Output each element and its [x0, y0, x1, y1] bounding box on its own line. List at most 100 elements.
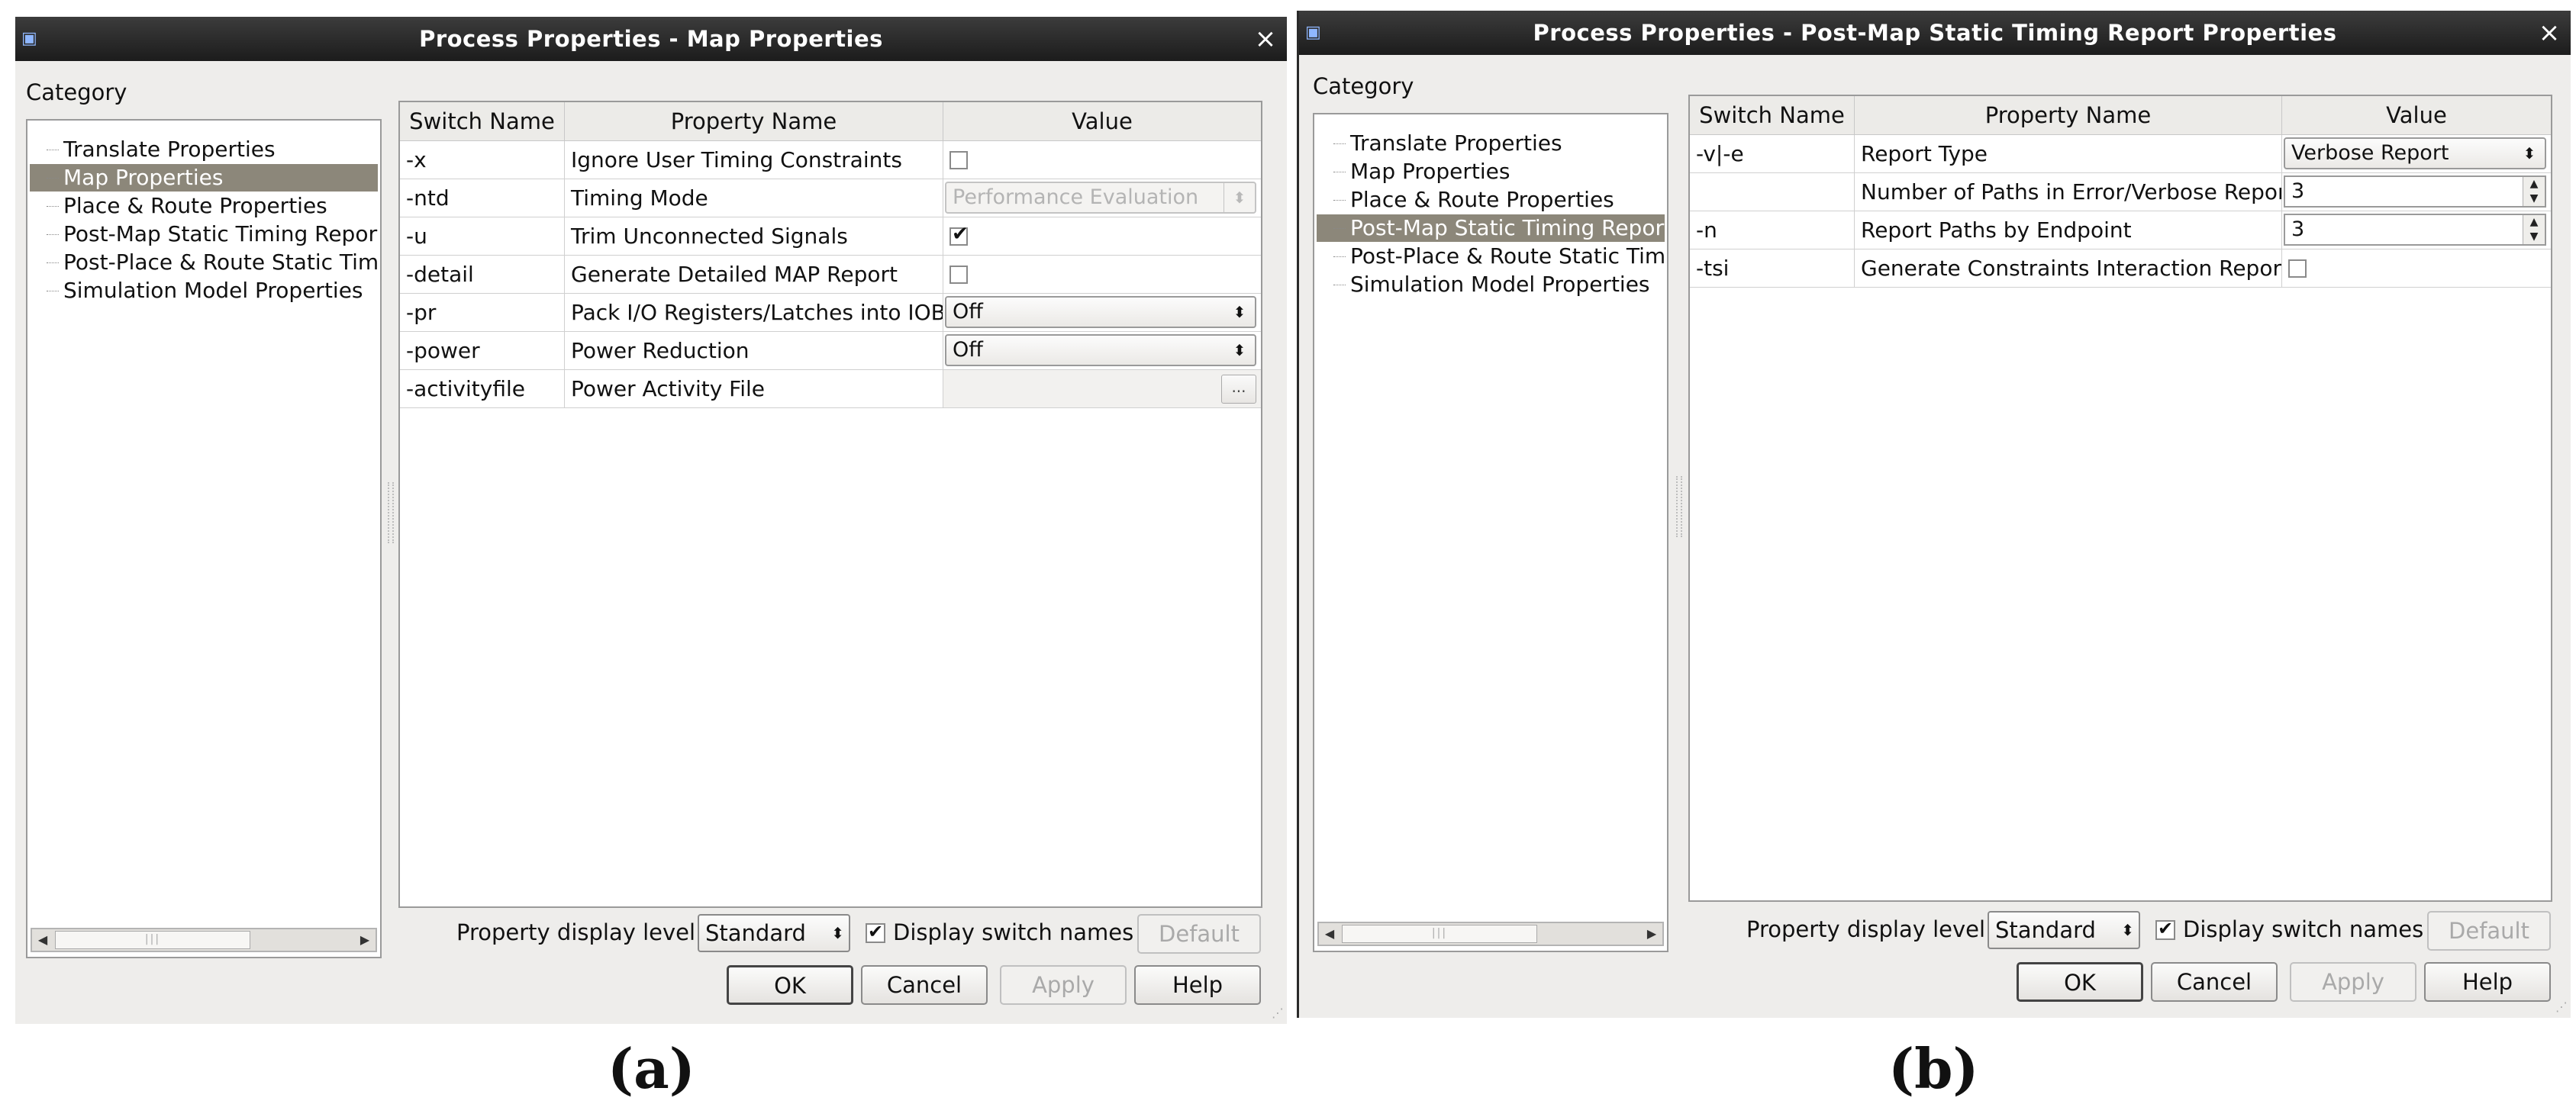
- tree-item-translate[interactable]: Translate Properties: [30, 136, 378, 163]
- column-header-property[interactable]: Property Name: [565, 102, 943, 140]
- resize-grip-icon[interactable]: ⋰: [2552, 1000, 2568, 1015]
- switch-cell: -x: [400, 141, 565, 179]
- caption-a: (a): [608, 1036, 695, 1101]
- scroll-right-icon[interactable]: ▶: [354, 929, 376, 951]
- close-icon[interactable]: ×: [2534, 15, 2565, 50]
- default-button[interactable]: Default: [2427, 911, 2551, 951]
- power-reduction-select[interactable]: Off ⬍: [945, 334, 1256, 366]
- resize-grip-icon[interactable]: ⋰: [1269, 1006, 1284, 1021]
- window-title: Process Properties - Post-Map Static Tim…: [1533, 20, 2337, 46]
- display-level-select[interactable]: Standard ⬍: [1988, 911, 2140, 949]
- cancel-button[interactable]: Cancel: [861, 965, 988, 1005]
- table-row[interactable]: -x Ignore User Timing Constraints: [400, 141, 1261, 179]
- property-cell: Report Paths by Endpoint: [1855, 211, 2282, 249]
- value-cell: Off ⬍: [943, 332, 1261, 369]
- switch-cell: -tsi: [1690, 249, 1855, 287]
- value-cell: Verbose Report ⬍: [2282, 135, 2551, 172]
- column-header-switch[interactable]: Switch Name: [400, 102, 565, 140]
- display-switch-names-checkbox[interactable]: ✔: [2155, 918, 2175, 940]
- trim-unconnected-checkbox[interactable]: ✔: [949, 223, 969, 246]
- tree-item-post-map-timing[interactable]: Post-Map Static Timing Report: [30, 221, 378, 248]
- spin-up-icon[interactable]: ▲: [2523, 215, 2545, 230]
- value-cell: Performance Evaluation ⬍: [943, 179, 1261, 217]
- spin-down-icon[interactable]: ▼: [2523, 192, 2545, 206]
- table-row[interactable]: -detail Generate Detailed MAP Report: [400, 256, 1261, 294]
- display-switch-names-checkbox[interactable]: ✔: [866, 921, 885, 943]
- table-row[interactable]: -pr Pack I/O Registers/Latches into IOBs…: [400, 294, 1261, 332]
- help-button[interactable]: Help: [1134, 965, 1261, 1005]
- property-cell: Ignore User Timing Constraints: [565, 141, 943, 179]
- category-tree[interactable]: Translate Properties Map Properties Plac…: [26, 119, 382, 958]
- table-header: Switch Name Property Name Value: [400, 102, 1261, 141]
- property-cell: Timing Mode: [565, 179, 943, 217]
- ignore-timing-checkbox[interactable]: [949, 151, 968, 169]
- ok-button[interactable]: OK: [2017, 962, 2143, 1002]
- table-row[interactable]: -v|-e Report Type Verbose Report ⬍: [1690, 135, 2551, 173]
- spin-down-icon[interactable]: ▼: [2523, 230, 2545, 244]
- tree-horizontal-scrollbar[interactable]: ◀ ||| ▶: [1317, 922, 1664, 946]
- report-type-select[interactable]: Verbose Report ⬍: [2284, 137, 2546, 169]
- scroll-left-icon[interactable]: ◀: [32, 929, 53, 951]
- value-cell: 3 ▲ ▼: [2282, 211, 2551, 249]
- up-down-arrows-icon: ⬍: [1224, 183, 1255, 212]
- scroll-left-icon[interactable]: ◀: [1319, 923, 1340, 945]
- value-cell: Off ⬍: [943, 294, 1261, 331]
- switch-cell: -v|-e: [1690, 135, 1855, 172]
- ok-button[interactable]: OK: [727, 965, 853, 1005]
- table-row[interactable]: -n Report Paths by Endpoint 3 ▲ ▼: [1690, 211, 2551, 249]
- tree-horizontal-scrollbar[interactable]: ◀ ||| ▶: [31, 928, 377, 952]
- value-cell: 3 ▲ ▼: [2282, 173, 2551, 211]
- apply-button[interactable]: Apply: [1000, 965, 1127, 1005]
- category-tree[interactable]: Translate Properties Map Properties Plac…: [1313, 113, 1668, 952]
- apply-button[interactable]: Apply: [2290, 962, 2416, 1002]
- tree-item-map[interactable]: Map Properties: [30, 164, 378, 192]
- browse-button[interactable]: ...: [1221, 375, 1256, 404]
- column-header-value[interactable]: Value: [943, 102, 1261, 140]
- display-level-select[interactable]: Standard ⬍: [698, 914, 850, 952]
- value-cell[interactable]: ...: [943, 370, 1261, 407]
- tree-item-post-map-timing[interactable]: Post-Map Static Timing Report: [1317, 214, 1665, 242]
- tree-item-place-route[interactable]: Place & Route Properties: [30, 192, 378, 220]
- splitter-handle[interactable]: [388, 482, 394, 543]
- scroll-right-icon[interactable]: ▶: [1641, 923, 1662, 945]
- property-cell: Number of Paths in Error/Verbose Report: [1855, 173, 2282, 211]
- table-row[interactable]: -activityfile Power Activity File ...: [400, 370, 1261, 408]
- close-icon[interactable]: ×: [1250, 21, 1281, 56]
- tree-item-simulation-model[interactable]: Simulation Model Properties: [1317, 271, 1665, 298]
- table-row[interactable]: -power Power Reduction Off ⬍: [400, 332, 1261, 370]
- tree-item-post-par-timing[interactable]: Post-Place & Route Static Timi: [1317, 243, 1665, 270]
- detailed-map-report-checkbox[interactable]: [949, 266, 968, 284]
- column-header-switch[interactable]: Switch Name: [1690, 96, 1855, 134]
- value-cell: [943, 141, 1261, 179]
- tree-item-place-route[interactable]: Place & Route Properties: [1317, 186, 1665, 214]
- default-button[interactable]: Default: [1137, 914, 1261, 954]
- display-switch-names-label[interactable]: Display switch names: [893, 919, 1133, 945]
- scroll-thumb[interactable]: |||: [1342, 925, 1537, 943]
- scroll-thumb[interactable]: |||: [55, 931, 250, 949]
- title-bar: ▣ Process Properties - Map Properties ×: [15, 17, 1287, 61]
- display-level-value: Standard: [1995, 917, 2096, 943]
- table-row[interactable]: -tsi Generate Constraints Interaction Re…: [1690, 249, 2551, 288]
- column-header-property[interactable]: Property Name: [1855, 96, 2282, 134]
- report-type-value: Verbose Report: [2291, 141, 2449, 165]
- constraints-interaction-checkbox[interactable]: [2288, 259, 2307, 278]
- help-button[interactable]: Help: [2424, 962, 2551, 1002]
- column-header-value[interactable]: Value: [2282, 96, 2551, 134]
- table-row[interactable]: Number of Paths in Error/Verbose Report …: [1690, 173, 2551, 211]
- tree-item-post-par-timing[interactable]: Post-Place & Route Static Timi: [30, 249, 378, 276]
- tree-item-map[interactable]: Map Properties: [1317, 158, 1665, 185]
- pack-io-select[interactable]: Off ⬍: [945, 296, 1256, 328]
- num-paths-spinbox[interactable]: 3 ▲ ▼: [2284, 175, 2546, 208]
- cancel-button[interactable]: Cancel: [2151, 962, 2278, 1002]
- up-down-arrows-icon: ⬍: [1233, 303, 1246, 321]
- properties-table: Switch Name Property Name Value -v|-e Re…: [1688, 95, 2552, 902]
- paths-by-endpoint-spinbox[interactable]: 3 ▲ ▼: [2284, 214, 2546, 246]
- display-switch-names-label[interactable]: Display switch names: [2183, 916, 2423, 942]
- splitter-handle[interactable]: [1676, 476, 1682, 537]
- spin-up-icon[interactable]: ▲: [2523, 177, 2545, 192]
- tree-item-translate[interactable]: Translate Properties: [1317, 130, 1665, 157]
- table-row[interactable]: -ntd Timing Mode Performance Evaluation …: [400, 179, 1261, 217]
- pack-io-value: Off: [953, 300, 983, 324]
- table-row[interactable]: -u Trim Unconnected Signals ✔: [400, 217, 1261, 256]
- tree-item-simulation-model[interactable]: Simulation Model Properties: [30, 277, 378, 304]
